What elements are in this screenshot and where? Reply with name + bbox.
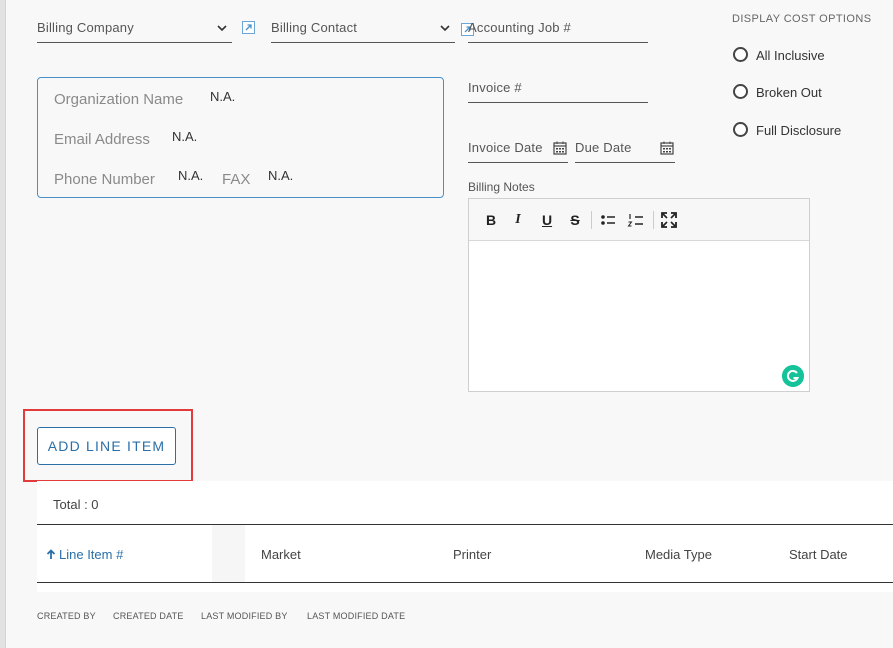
strikethrough-button[interactable]: S <box>566 211 584 229</box>
billing-notes-label: Billing Notes <box>468 180 535 194</box>
billing-company-select[interactable]: Billing Company <box>37 12 232 43</box>
open-external-icon[interactable] <box>242 21 255 34</box>
email-address-label: Email Address <box>54 131 150 148</box>
calendar-icon[interactable] <box>553 141 567 155</box>
fax-label: FAX <box>222 171 251 188</box>
table-top-divider <box>37 524 893 525</box>
invoice-date-label: Invoice Date <box>468 140 543 155</box>
grammarly-icon[interactable] <box>782 365 804 387</box>
fullscreen-icon[interactable] <box>660 211 678 229</box>
chevron-down-icon <box>217 25 227 32</box>
radio-all-inclusive[interactable] <box>733 47 748 62</box>
column-header-printer[interactable]: Printer <box>453 547 491 562</box>
add-line-item-button[interactable]: ADD LINE ITEM <box>37 427 176 465</box>
column-header-start-date[interactable]: Start Date <box>789 547 848 562</box>
last-modified-date-label: LAST MODIFIED DATE <box>307 611 406 621</box>
radio-broken-out[interactable] <box>733 84 748 99</box>
display-cost-options-title: DISPLAY COST OPTIONS <box>732 13 872 25</box>
left-panel-edge <box>0 0 6 648</box>
column-header-market[interactable]: Market <box>261 547 301 562</box>
column-spacer <box>212 525 245 582</box>
billing-contact-select[interactable]: Billing Contact <box>271 12 455 43</box>
organization-info-box: Organization Name N.A. Email Address N.A… <box>37 77 444 198</box>
bullet-list-icon[interactable] <box>599 211 617 229</box>
billing-notes-editor[interactable]: B I U S <box>468 198 810 392</box>
toolbar-separator <box>653 211 654 229</box>
line-items-table: Total : 0 Line Item # Market Printer Med… <box>37 481 893 592</box>
invoice-number-input[interactable]: Invoice # <box>468 72 648 103</box>
organization-name-value: N.A. <box>210 89 236 104</box>
email-address-value: N.A. <box>172 129 198 144</box>
invoice-number-label: Invoice # <box>468 80 522 95</box>
column-header-line-item-text: Line Item # <box>59 547 124 562</box>
phone-number-label: Phone Number <box>54 171 155 188</box>
chevron-down-icon <box>440 25 450 32</box>
column-header-line-item[interactable]: Line Item # <box>46 547 123 562</box>
accounting-job-input[interactable]: Accounting Job # <box>468 12 648 43</box>
underline-button[interactable]: U <box>538 211 556 229</box>
total-count: Total : 0 <box>53 497 99 512</box>
radio-full-disclosure[interactable] <box>733 122 748 137</box>
billing-company-label: Billing Company <box>37 20 134 35</box>
arrow-up-icon <box>46 549 56 559</box>
accounting-job-label: Accounting Job # <box>468 20 571 35</box>
radio-all-inclusive-label[interactable]: All Inclusive <box>756 48 825 63</box>
toolbar-separator <box>591 211 592 229</box>
billing-contact-label: Billing Contact <box>271 20 358 35</box>
calendar-icon[interactable] <box>660 141 674 155</box>
table-bottom-divider <box>37 582 893 583</box>
due-date-label: Due Date <box>575 140 632 155</box>
radio-full-disclosure-label[interactable]: Full Disclosure <box>756 123 841 138</box>
radio-broken-out-label[interactable]: Broken Out <box>756 85 822 100</box>
numbered-list-icon[interactable] <box>627 211 645 229</box>
organization-name-label: Organization Name <box>54 91 184 108</box>
last-modified-by-label: LAST MODIFIED BY <box>201 611 288 621</box>
column-header-media-type[interactable]: Media Type <box>645 547 712 562</box>
bold-button[interactable]: B <box>482 211 500 229</box>
fax-value: N.A. <box>268 168 294 183</box>
created-date-label: CREATED DATE <box>113 611 184 621</box>
editor-toolbar: B I U S <box>469 199 809 241</box>
created-by-label: CREATED BY <box>37 611 96 621</box>
italic-button[interactable]: I <box>509 211 527 229</box>
phone-number-value: N.A. <box>178 168 204 183</box>
